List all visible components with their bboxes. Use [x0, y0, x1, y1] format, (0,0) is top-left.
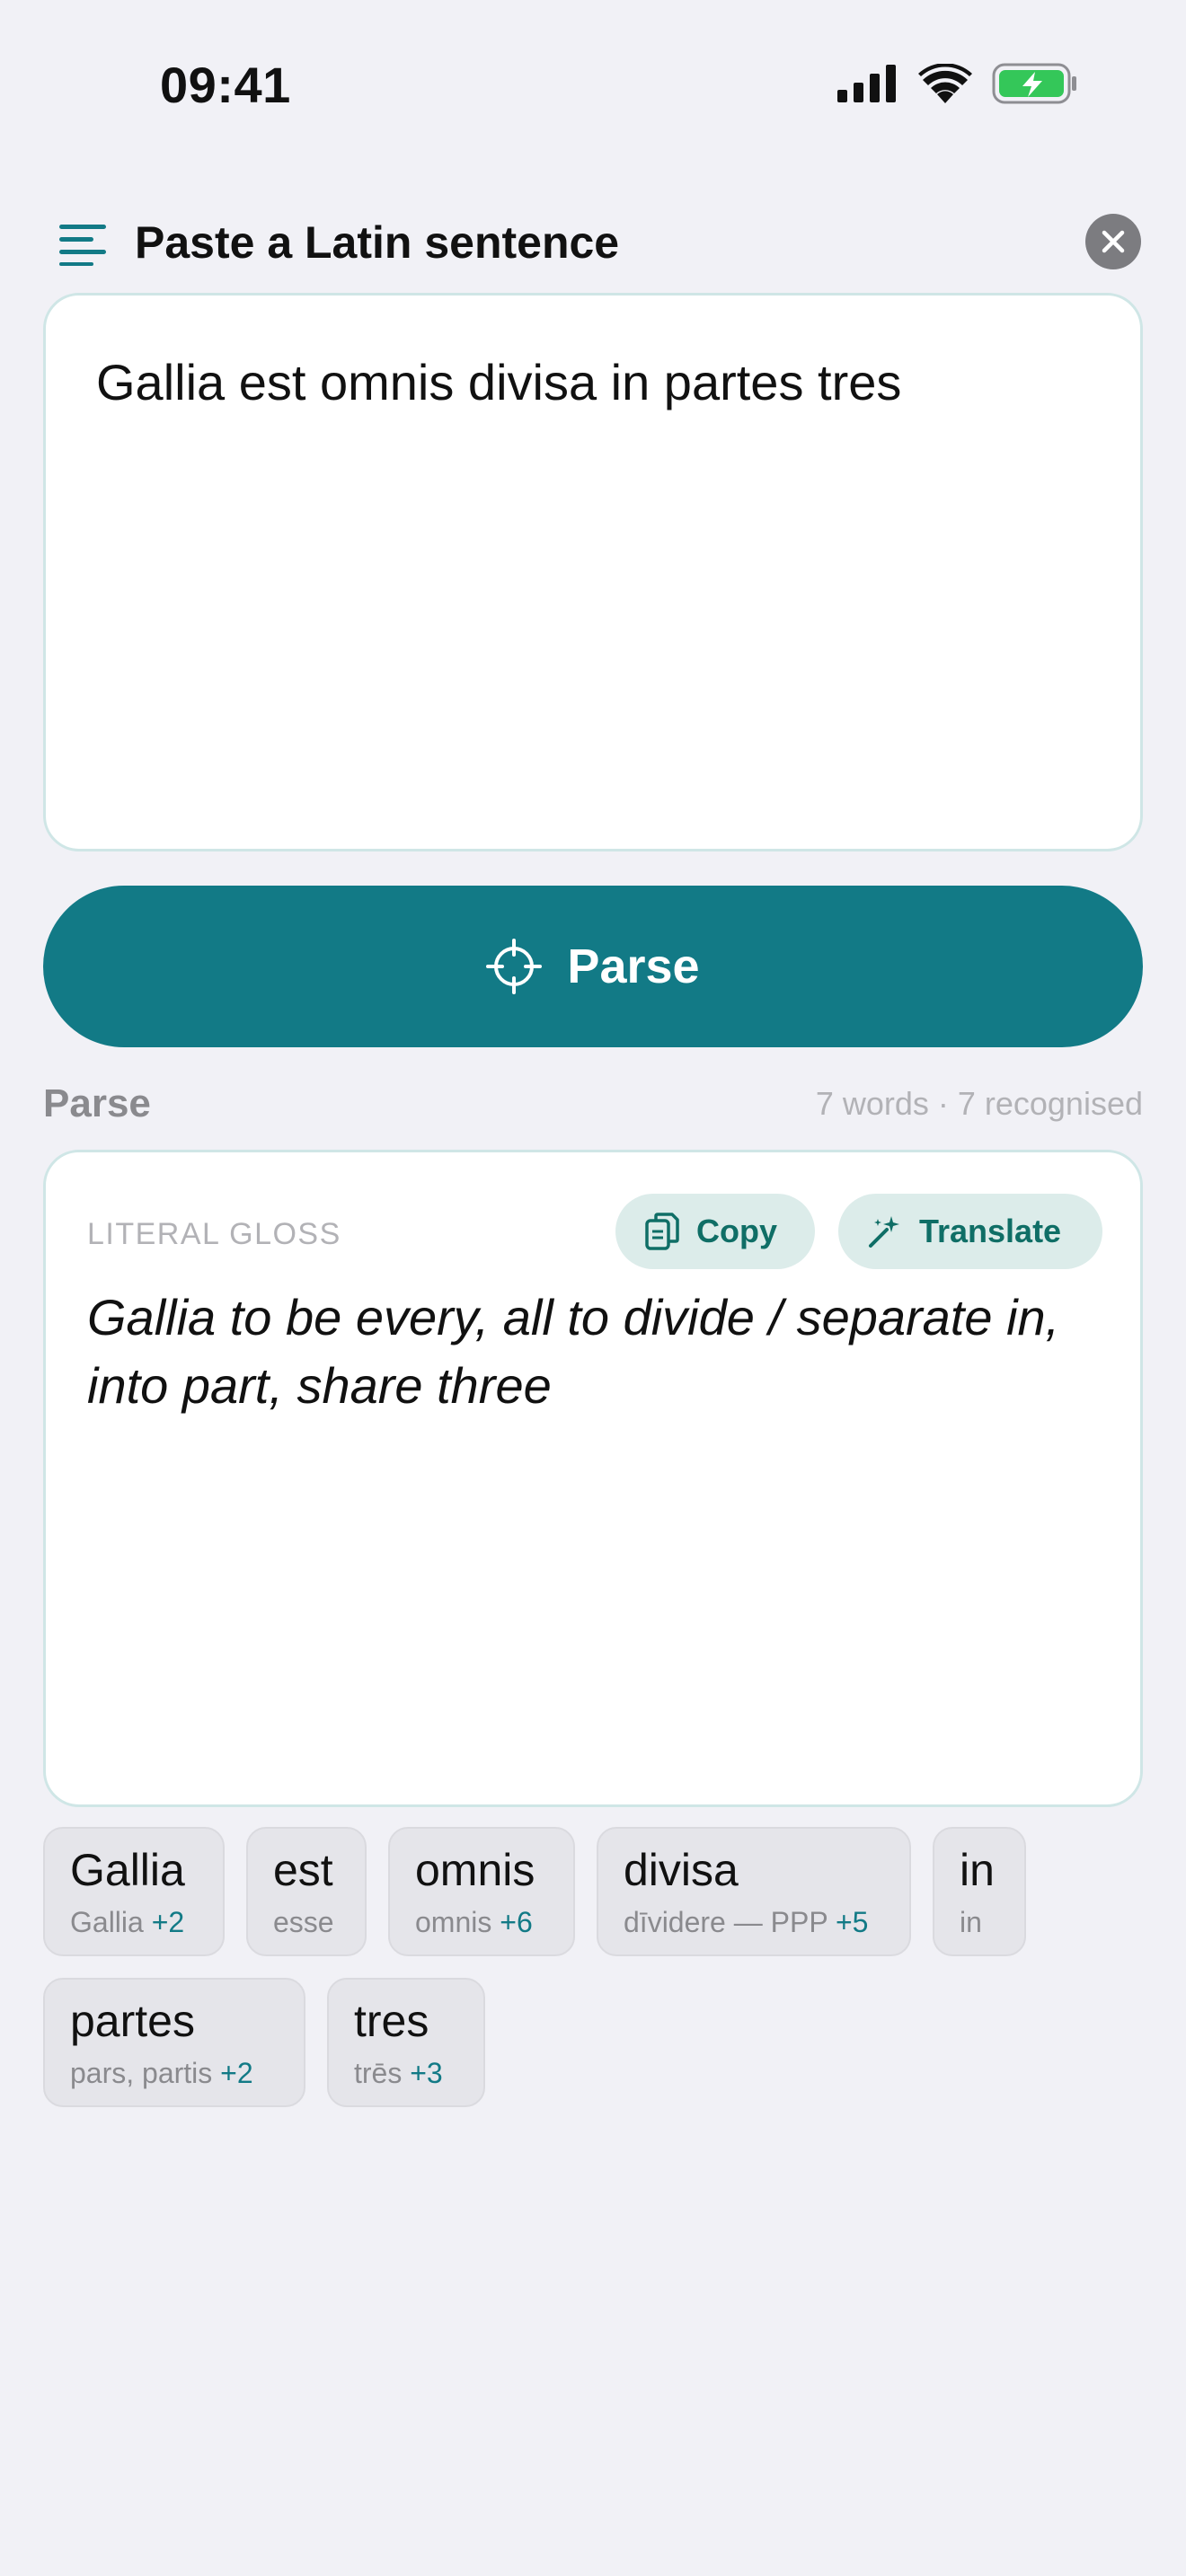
token-more-count: +6 [500, 1906, 533, 1938]
gloss-label: LITERAL GLOSS [87, 1217, 341, 1251]
sentence-input-value[interactable]: Gallia est omnis divisa in partes tres [96, 353, 901, 411]
word-token-partes[interactable]: partes pars, partis +2 [43, 1978, 305, 2107]
status-bar: 09:41 [0, 0, 1186, 180]
section-title: Parse [43, 1081, 151, 1125]
token-word: omnis [415, 1845, 535, 1895]
menu-icon[interactable] [56, 219, 110, 266]
token-lemma: pars, partis +2 [70, 2057, 253, 2089]
word-token-omnis[interactable]: omnis omnis +6 [388, 1827, 575, 1956]
token-lemma: Gallia +2 [70, 1906, 185, 1938]
token-word: partes [70, 1996, 195, 2046]
token-more-count: +3 [410, 2057, 443, 2089]
copy-button-label: Copy [696, 1213, 777, 1249]
page-title: Paste a Latin sentence [135, 217, 620, 268]
copy-button[interactable]: Copy [615, 1194, 815, 1269]
token-lemma: trēs +3 [354, 2057, 443, 2089]
parse-button[interactable]: Parse [43, 886, 1143, 1047]
word-token-tres[interactable]: tres trēs +3 [327, 1978, 485, 2107]
close-icon [1102, 230, 1125, 253]
header: Paste a Latin sentence [43, 207, 1143, 278]
parse-section-header: Parse 7 words · 7 recognised [43, 1078, 1143, 1132]
magic-wand-icon [869, 1216, 899, 1248]
token-more-count: +2 [151, 1906, 185, 1938]
word-token-in[interactable]: in in [933, 1827, 1026, 1956]
parse-button-label: Parse [567, 940, 700, 993]
sentence-input[interactable]: Gallia est omnis divisa in partes tres [43, 293, 1143, 851]
close-button[interactable] [1085, 214, 1141, 269]
word-count-status: 7 words · 7 recognised [815, 1085, 1143, 1122]
translate-button[interactable]: Translate [838, 1194, 1102, 1269]
word-token-est[interactable]: est esse [246, 1827, 367, 1956]
token-word: Gallia [70, 1845, 185, 1895]
token-word: divisa [624, 1845, 739, 1895]
word-token-gallia[interactable]: Gallia Gallia +2 [43, 1827, 225, 1956]
gloss-text: Gallia to be every, all to divide / sepa… [87, 1289, 1060, 1414]
token-more-count: +5 [835, 1906, 869, 1938]
token-lemma: esse [273, 1906, 334, 1938]
token-lemma: in [960, 1906, 982, 1938]
translate-button-label: Translate [919, 1213, 1062, 1249]
literal-gloss-card: LITERAL GLOSS Copy Translate Gallia to b… [43, 1150, 1143, 1807]
token-lemma: omnis +6 [415, 1906, 533, 1938]
word-token-divisa[interactable]: divisa dīvidere — PPP +5 [597, 1827, 911, 1956]
token-word: est [273, 1845, 333, 1895]
copy-icon [645, 1213, 679, 1250]
wifi-icon [918, 64, 972, 103]
token-lemma: dīvidere — PPP +5 [624, 1906, 869, 1938]
crosshair-icon [486, 939, 543, 994]
status-icons [837, 63, 1078, 104]
status-time: 09:41 [160, 57, 291, 113]
token-word: in [960, 1845, 995, 1895]
cellular-signal-icon [837, 65, 896, 102]
token-more-count: +2 [220, 2057, 253, 2089]
battery-charging-icon [992, 63, 1076, 104]
token-word: tres [354, 1996, 429, 2046]
